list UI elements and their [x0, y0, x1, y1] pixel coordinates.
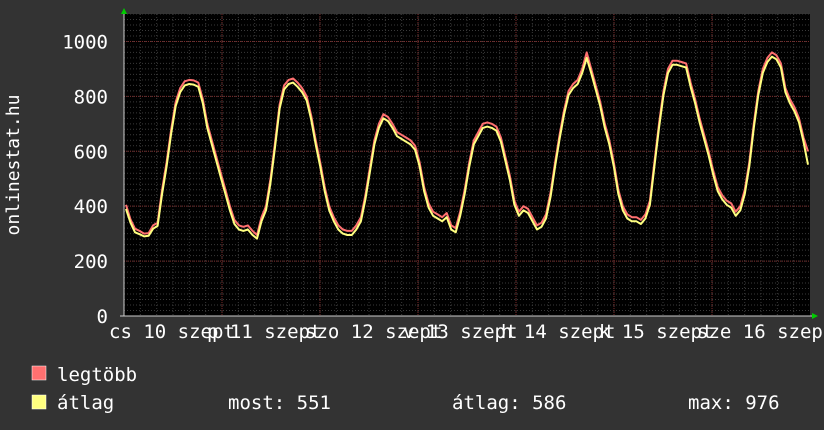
- y-tick-label: 400: [74, 196, 108, 218]
- legend-swatch-max: [31, 365, 47, 381]
- x-tick-labels: cs 10 szeptp 11 szeptszo 12 szeptv 13 sz…: [109, 321, 824, 343]
- stat-average: átlag: 586: [452, 392, 566, 414]
- y-tick-label: 0: [97, 306, 108, 328]
- x-tick-label: sze 16 szept: [697, 321, 824, 343]
- legend-label-avg: átlag: [57, 392, 114, 414]
- y-tick-label: 800: [74, 86, 108, 108]
- legend-label-max: legtöbb: [57, 364, 137, 386]
- stat-current: most: 551: [228, 392, 331, 414]
- chart: 0 200 400 600 800 1000 cs 10 szeptp 11 szepts…: [0, 0, 824, 430]
- y-tick-label: 1000: [62, 31, 108, 53]
- stat-max: max: 976: [688, 392, 780, 414]
- y-tick-label: 600: [74, 141, 108, 163]
- y-tick-label: 200: [74, 251, 108, 273]
- y-axis-label: onlinestat.hu: [3, 95, 24, 236]
- legend-swatch-avg: [31, 394, 47, 410]
